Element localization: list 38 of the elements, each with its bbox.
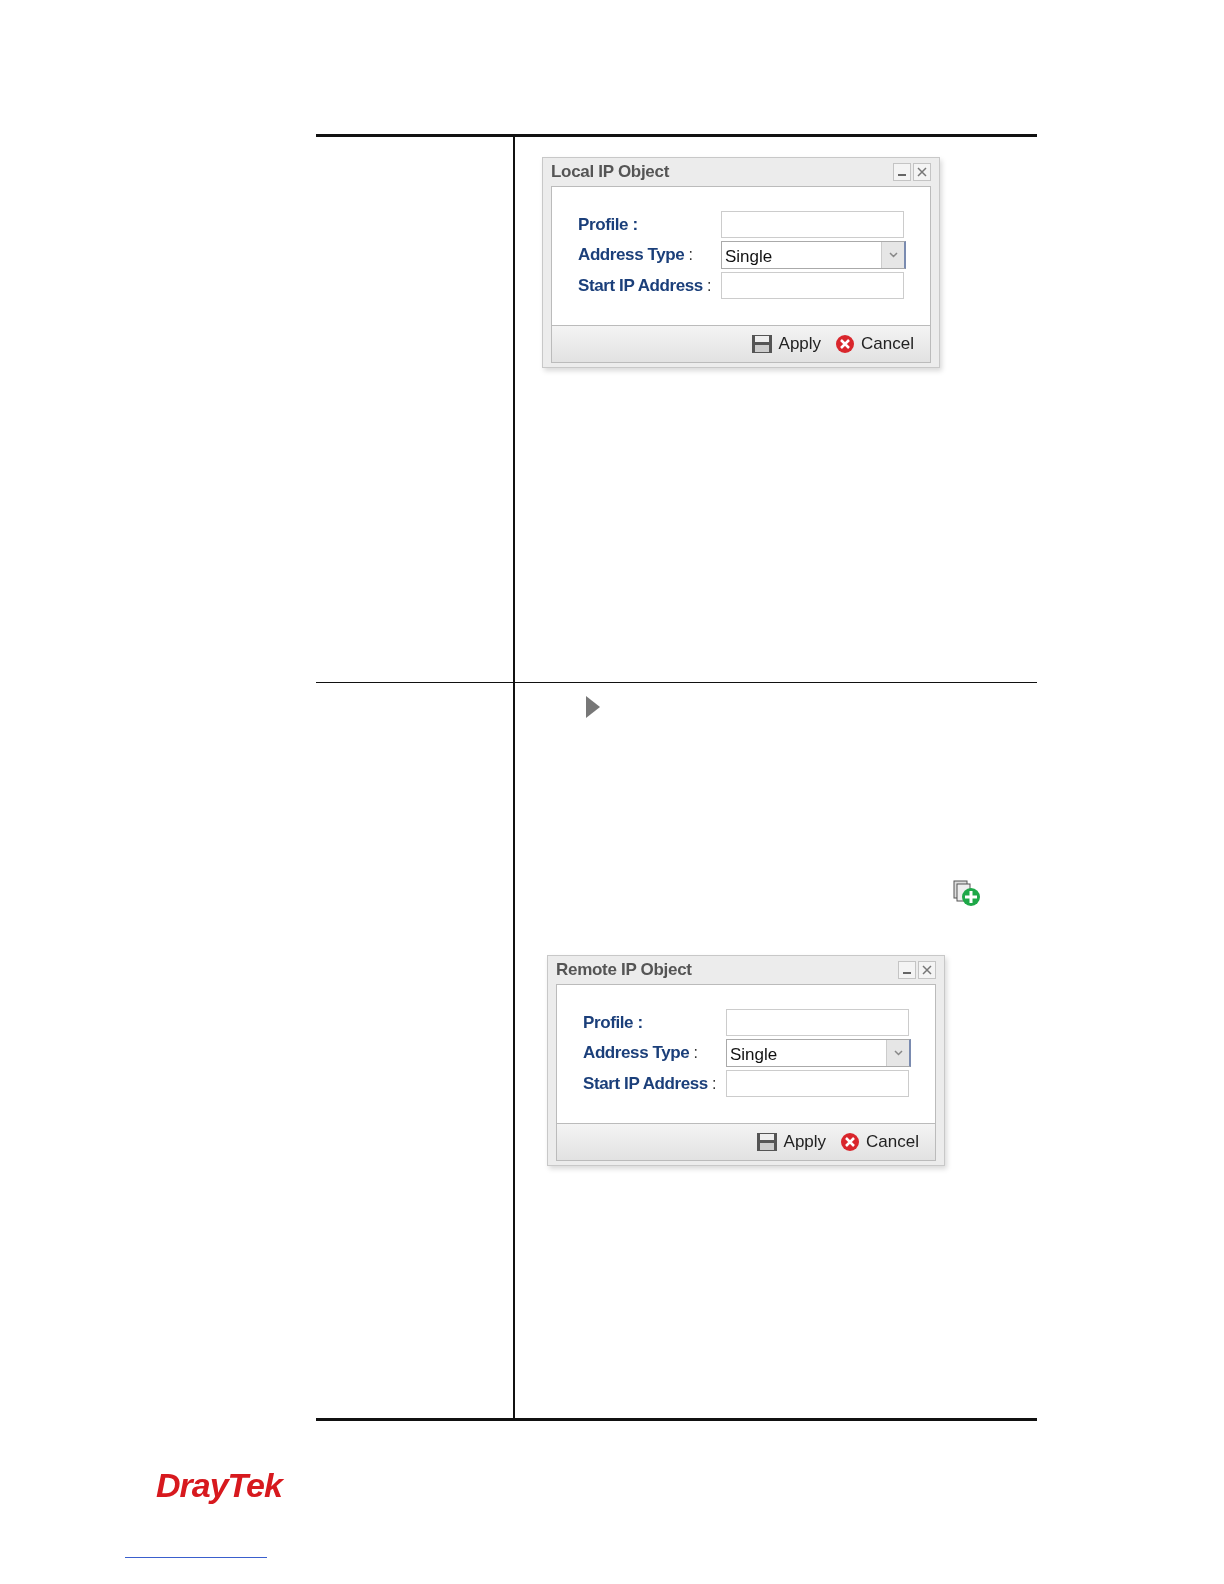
close-button[interactable] [913,163,931,181]
chevron-down-icon [888,252,898,258]
colon-text: : [706,276,712,294]
field-label: Start IP Address [583,1073,708,1093]
close-icon [922,965,932,975]
add-document-icon [951,879,981,907]
apply-button[interactable]: Apply [755,1132,827,1152]
dialog-title: Remote IP Object [556,960,692,980]
field-label: Profile : [578,214,638,234]
input-field[interactable] [726,1009,909,1036]
input-field[interactable] [721,272,904,299]
colon-text: : [688,246,693,263]
dropdown-field[interactable]: Single [721,241,906,269]
dialog-title: Local IP Object [551,162,669,182]
input-field[interactable] [726,1070,909,1097]
minus-icon [903,972,911,974]
close-icon [917,167,927,177]
save-icon [750,334,773,354]
logo: DrayTek [156,1466,282,1505]
minimize-button[interactable] [898,961,916,979]
cancel-icon [840,1132,861,1152]
close-button[interactable] [918,961,936,979]
cancel-button[interactable]: Cancel [835,334,914,354]
field-label: Address Type [583,1043,690,1062]
field-label: Profile : [583,1012,643,1032]
input-field[interactable] [721,211,904,238]
chevron-down-icon [893,1050,903,1056]
dropdown-field[interactable]: Single [726,1039,911,1067]
field-label: Address Type [578,245,685,264]
field-label: Start IP Address [578,275,703,295]
save-icon [755,1132,778,1152]
colon-text: : [711,1074,717,1092]
minimize-button[interactable] [893,163,911,181]
cancel-button[interactable]: Cancel [840,1132,919,1152]
apply-button[interactable]: Apply [750,334,822,354]
cancel-icon [835,334,856,354]
minus-icon [898,174,906,176]
colon-text: : [693,1044,698,1061]
